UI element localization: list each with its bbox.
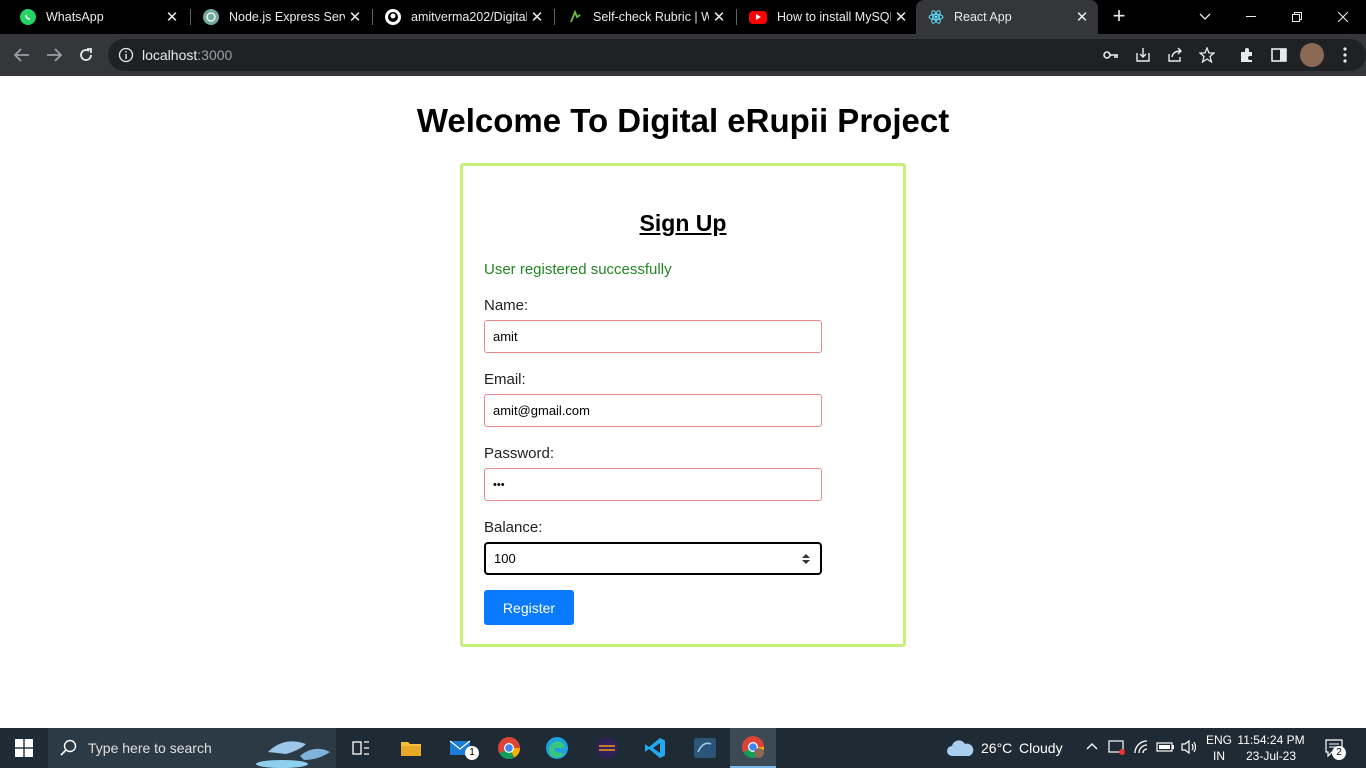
- close-window-button[interactable]: [1320, 0, 1366, 34]
- search-icon: [60, 739, 78, 762]
- more-menu-icon[interactable]: [1336, 46, 1354, 64]
- register-button[interactable]: Register: [484, 590, 574, 625]
- signup-title: Sign Up: [639, 210, 727, 236]
- balance-input[interactable]: 100: [484, 542, 822, 575]
- success-message: User registered successfully: [484, 261, 672, 278]
- file-explorer-icon[interactable]: [388, 728, 434, 768]
- tab-react-app[interactable]: React App ✕: [916, 0, 1098, 34]
- close-tab-icon[interactable]: ✕: [1072, 8, 1092, 26]
- youtube-icon: [749, 10, 767, 24]
- tab-title: WhatsApp: [46, 10, 104, 24]
- email-input[interactable]: amit@gmail.com: [484, 394, 822, 427]
- search-placeholder: Type here to search: [88, 740, 212, 756]
- address-bar[interactable]: localhost:3000: [108, 39, 1366, 71]
- wifi-icon[interactable]: [1133, 739, 1151, 760]
- vscode-icon[interactable]: [632, 728, 678, 768]
- battery-icon[interactable]: [1156, 740, 1176, 759]
- close-tab-icon[interactable]: ✕: [345, 8, 365, 26]
- github-icon: [385, 9, 401, 25]
- close-tab-icon[interactable]: ✕: [891, 8, 911, 26]
- side-panel-icon[interactable]: [1270, 46, 1288, 64]
- clock-date: 23-Jul-23: [1245, 749, 1297, 763]
- clock-time: 11:54:24 PM: [1237, 733, 1305, 747]
- chrome-active-window-icon[interactable]: [730, 728, 776, 768]
- start-button[interactable]: [0, 728, 48, 768]
- lang-region: IN: [1213, 749, 1225, 763]
- weather-temperature[interactable]: 26°C: [981, 740, 1012, 756]
- reload-button[interactable]: [72, 41, 100, 69]
- search-highlight-image: [256, 730, 334, 773]
- page-heading: Welcome To Digital eRupii Project: [416, 102, 950, 139]
- tab-github[interactable]: amitverma202/Digital_ ✕: [373, 0, 553, 34]
- name-input-value: amit: [493, 329, 518, 344]
- back-button[interactable]: [8, 41, 36, 69]
- mysql-workbench-icon[interactable]: [682, 728, 728, 768]
- chrome-icon[interactable]: [486, 728, 532, 768]
- tab-title: Node.js Express Server: [229, 10, 345, 24]
- name-input[interactable]: amit: [484, 320, 822, 353]
- number-spinner-icon[interactable]: [802, 553, 810, 565]
- email-label: Email:: [484, 371, 526, 388]
- restore-button[interactable]: [1274, 0, 1320, 34]
- tab-youtube-mysql[interactable]: How to install MySQL ✕: [737, 0, 917, 34]
- url-text: localhost:3000: [142, 47, 232, 63]
- share-icon[interactable]: [1166, 46, 1184, 64]
- eclipse-icon[interactable]: [584, 728, 630, 768]
- chatgpt-icon: [203, 9, 219, 25]
- whatsapp-icon: [20, 9, 36, 25]
- mail-badge: 1: [465, 746, 479, 760]
- tab-search-icon[interactable]: [1182, 0, 1228, 34]
- tab-rubric[interactable]: Self-check Rubric | We ✕: [555, 0, 735, 34]
- key-icon[interactable]: [1102, 46, 1120, 64]
- task-view-icon[interactable]: [338, 728, 384, 768]
- rubric-icon: [567, 9, 583, 25]
- tab-node-express[interactable]: Node.js Express Server ✕: [191, 0, 371, 34]
- tab-title: amitverma202/Digital_: [411, 10, 527, 24]
- notification-count-badge: 2: [1332, 746, 1346, 760]
- taskbar-clock[interactable]: 11:54:24 PM 23-Jul-23: [1236, 732, 1306, 764]
- close-tab-icon[interactable]: ✕: [709, 8, 729, 26]
- volume-icon[interactable]: [1180, 739, 1198, 760]
- extensions-icon[interactable]: [1238, 46, 1256, 64]
- minimize-button[interactable]: [1228, 0, 1274, 34]
- meet-now-icon[interactable]: [1108, 738, 1126, 761]
- url-port: :3000: [197, 47, 233, 63]
- mail-icon[interactable]: 1: [438, 728, 484, 768]
- site-info-icon[interactable]: [118, 47, 134, 68]
- forward-button[interactable]: [40, 41, 68, 69]
- name-label: Name:: [484, 297, 529, 314]
- close-tab-icon[interactable]: ✕: [162, 8, 182, 26]
- close-tab-icon[interactable]: ✕: [527, 8, 547, 26]
- notification-center-icon[interactable]: 2: [1324, 738, 1346, 763]
- password-input[interactable]: •••: [484, 468, 822, 501]
- show-hidden-icons-icon[interactable]: [1086, 740, 1098, 759]
- react-icon: [928, 9, 944, 25]
- password-input-value: •••: [493, 478, 505, 491]
- lang-code: ENG: [1205, 733, 1232, 747]
- tab-title: React App: [954, 10, 1012, 24]
- bookmark-star-icon[interactable]: [1198, 46, 1216, 64]
- email-input-value: amit@gmail.com: [493, 403, 590, 418]
- weather-cloud-icon[interactable]: [946, 738, 974, 763]
- tab-title: Self-check Rubric | We: [593, 10, 709, 24]
- edge-icon[interactable]: [534, 728, 580, 768]
- new-tab-button[interactable]: +: [1108, 5, 1130, 27]
- tab-whatsapp[interactable]: WhatsApp ✕: [8, 0, 188, 34]
- balance-label: Balance:: [484, 519, 543, 536]
- browser-toolbar: localhost:3000: [0, 34, 1366, 76]
- tab-title: How to install MySQL: [777, 10, 891, 24]
- balance-input-value: 100: [494, 551, 516, 566]
- password-label: Password:: [484, 445, 555, 462]
- windows-taskbar: Type here to search 1 26°C Cloudy ENG IN…: [0, 728, 1366, 768]
- page-content: Welcome To Digital eRupii Project Sign U…: [0, 77, 1366, 728]
- install-app-icon[interactable]: [1134, 46, 1152, 64]
- weather-description[interactable]: Cloudy: [1019, 740, 1063, 756]
- profile-avatar[interactable]: [1300, 43, 1324, 67]
- input-language-indicator[interactable]: ENG IN: [1200, 732, 1238, 764]
- signup-card: Sign Up User registered successfully Nam…: [460, 163, 906, 647]
- tab-strip: WhatsApp ✕ Node.js Express Server ✕ amit…: [0, 0, 1366, 34]
- url-host: localhost: [142, 47, 198, 63]
- taskbar-search[interactable]: Type here to search: [48, 728, 336, 768]
